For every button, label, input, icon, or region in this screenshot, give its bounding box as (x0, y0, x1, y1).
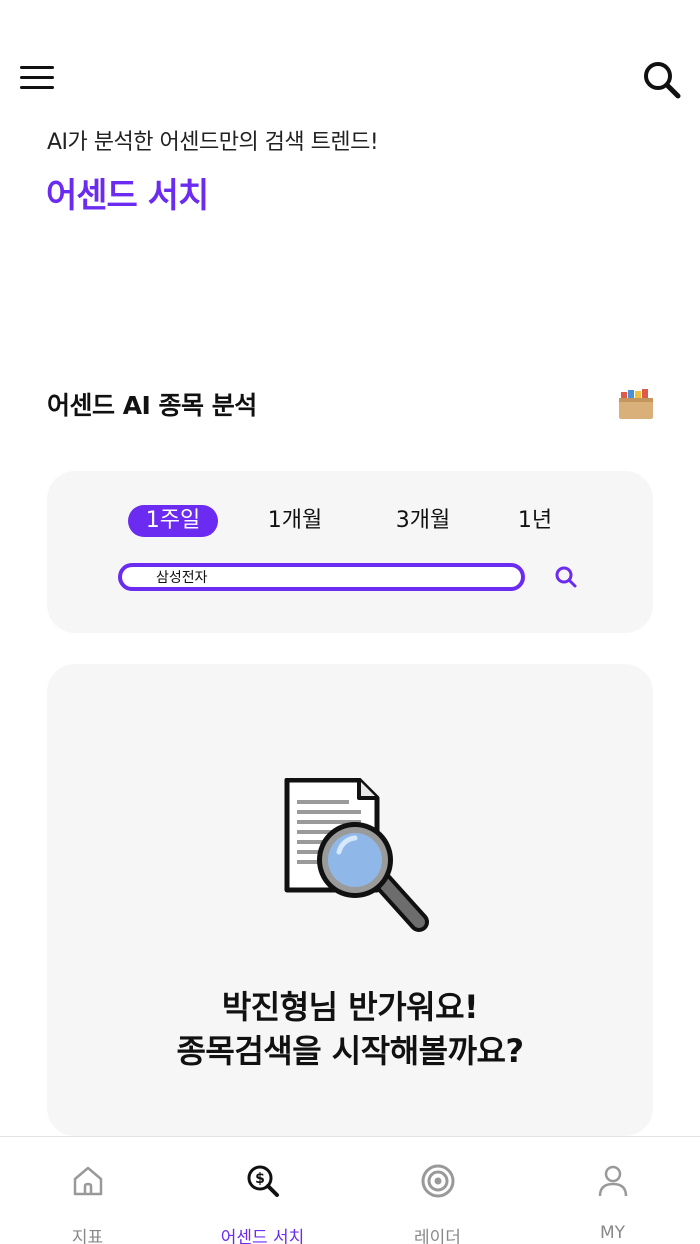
tab-3-months[interactable]: 3개월 (385, 505, 461, 537)
page-title: 어센드 서치 (46, 176, 209, 216)
hamburger-menu-icon[interactable] (20, 66, 56, 92)
nav-label-ascend-search: 어센드 서치 (220, 1228, 305, 1244)
stock-search-input[interactable] (118, 563, 525, 591)
hero-subtitle: AI가 분석한 어센드만의 검색 트렌드! (47, 130, 379, 155)
search-icon[interactable] (552, 563, 580, 591)
section-title: 어센드 AI 종목 분석 (47, 391, 257, 420)
nav-item-my[interactable]: MY (525, 1137, 700, 1244)
nav-label-indicators: 지표 (71, 1228, 104, 1244)
search-icon[interactable] (640, 58, 684, 102)
dollar-search-icon: $ (245, 1163, 281, 1199)
top-app-bar (0, 0, 700, 120)
svg-text:$: $ (255, 1171, 265, 1187)
welcome-card: 박진형님 반가워요! 종목검색을 시작해볼까요? (47, 664, 653, 1136)
tab-1-month[interactable]: 1개월 (259, 505, 331, 537)
tab-1-week[interactable]: 1주일 (128, 505, 218, 537)
home-icon (70, 1163, 106, 1199)
welcome-greeting: 박진형님 반가워요! (221, 988, 479, 1026)
nav-label-radar: 레이더 (414, 1228, 461, 1244)
person-icon (595, 1163, 631, 1199)
radar-icon (420, 1163, 456, 1199)
document-search-icon (283, 777, 433, 938)
tab-1-year[interactable]: 1년 (513, 505, 557, 537)
nav-item-indicators[interactable]: 지표 (0, 1137, 175, 1244)
nav-label-my: MY (599, 1223, 626, 1243)
nav-item-radar[interactable]: 레이더 (350, 1137, 525, 1244)
welcome-prompt: 종목검색을 시작해볼까요? (176, 1032, 524, 1070)
box-icon (618, 386, 654, 420)
nav-item-ascend-search[interactable]: $ 어센드 서치 (175, 1137, 350, 1244)
stock-search-card: 1주일 1개월 3개월 1년 (47, 471, 653, 633)
bottom-navigation: 지표 $ 어센드 서치 레이더 MY (0, 1136, 700, 1244)
